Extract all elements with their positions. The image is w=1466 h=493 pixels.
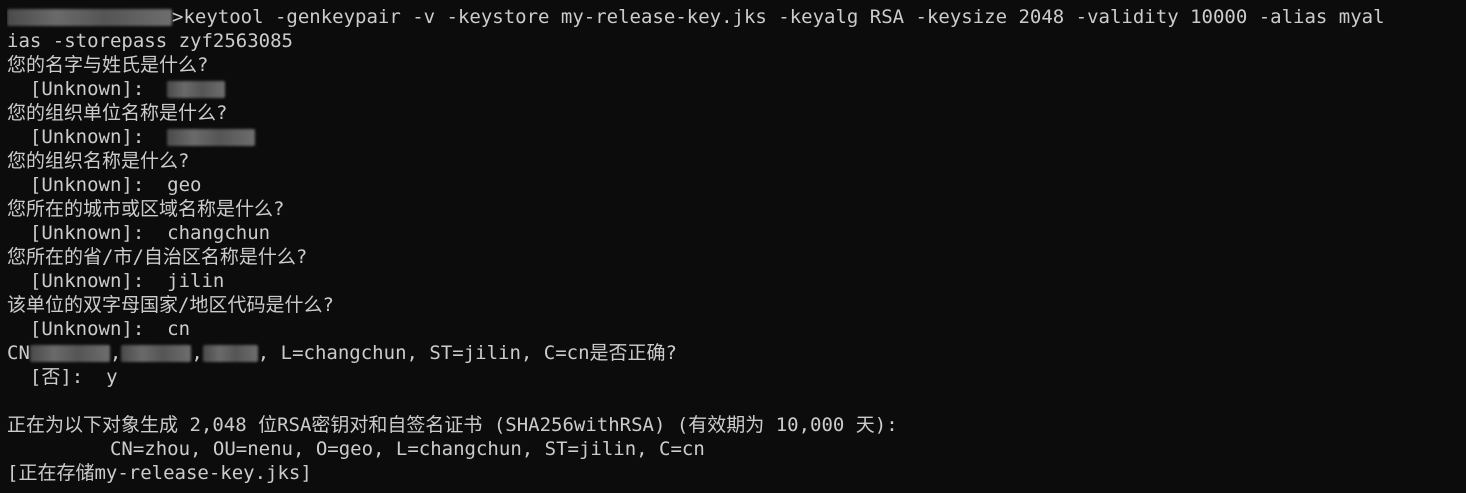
prompt-country-question: 该单位的双字母国家/地区代码是什么? bbox=[7, 294, 334, 316]
prompt-name-question: 您的名字与姓氏是什么? bbox=[7, 54, 209, 76]
prompt-org-answer: [Unknown]: geo bbox=[7, 173, 1466, 197]
answer-text: geo bbox=[167, 174, 202, 196]
prompt-state-question: 您所在的省/市/自治区名称是什么? bbox=[7, 246, 308, 268]
command-line: >keytool -genkeypair -v -keystore my-rel… bbox=[7, 5, 1466, 29]
default-label: [Unknown]: bbox=[7, 270, 168, 292]
redacted-value bbox=[29, 345, 110, 362]
command-text-1: >keytool -genkeypair -v -keystore my-rel… bbox=[172, 6, 1385, 28]
confirm-sep: , bbox=[191, 342, 203, 364]
prompt-org-unit-question: 您的组织单位名称是什么? bbox=[7, 102, 228, 124]
default-label: [Unknown]: bbox=[7, 78, 168, 100]
command-line-wrap: ias -storepass zyf2563085 bbox=[7, 30, 293, 52]
distinguished-name-line: CN=zhou, OU=nenu, O=geo, L=changchun, ST… bbox=[7, 438, 705, 460]
prompt-state-answer: [Unknown]: jilin bbox=[7, 269, 1466, 293]
redacted-answer bbox=[167, 81, 226, 98]
answer-text: jilin bbox=[167, 270, 225, 292]
confirm-answer-line: [否]: y bbox=[7, 365, 1466, 389]
storing-message: [正在存储my-release-key.jks] bbox=[7, 462, 312, 484]
confirm-prompt: [否]: bbox=[7, 366, 107, 388]
confirm-sep: , bbox=[109, 342, 122, 364]
answer-text: changchun bbox=[167, 222, 271, 244]
generation-message: 正在为以下对象生成 2,048 位RSA密钥对和自签名证书 (SHA256wit… bbox=[7, 414, 898, 436]
confirm-answer: y bbox=[106, 366, 118, 388]
redacted-path bbox=[7, 9, 172, 26]
redacted-value bbox=[202, 345, 258, 362]
prompt-org-question: 您的组织名称是什么? bbox=[7, 150, 190, 172]
prompt-city-answer: [Unknown]: changchun bbox=[7, 221, 1466, 245]
answer-text: cn bbox=[167, 318, 191, 340]
default-label: [Unknown]: bbox=[7, 174, 168, 196]
prompt-org-unit-answer: [Unknown]: bbox=[7, 125, 1466, 149]
confirm-suffix: , L=changchun, ST=jilin, C=cn是否正确? bbox=[257, 342, 677, 364]
default-label: [Unknown]: bbox=[7, 126, 168, 148]
default-label: [Unknown]: bbox=[7, 222, 168, 244]
redacted-value bbox=[121, 345, 192, 362]
redacted-answer bbox=[167, 129, 256, 146]
default-label: [Unknown]: bbox=[7, 318, 168, 340]
prompt-country-answer: [Unknown]: cn bbox=[7, 317, 1466, 341]
prompt-city-question: 您所在的城市或区域名称是什么? bbox=[7, 198, 285, 220]
prompt-name-answer: [Unknown]: bbox=[7, 77, 1466, 101]
terminal-window[interactable]: >keytool -genkeypair -v -keystore my-rel… bbox=[0, 0, 1466, 493]
confirm-line: CN,, , L=changchun, ST=jilin, C=cn是否正确? bbox=[7, 341, 1466, 365]
confirm-prefix: CN bbox=[7, 342, 30, 364]
